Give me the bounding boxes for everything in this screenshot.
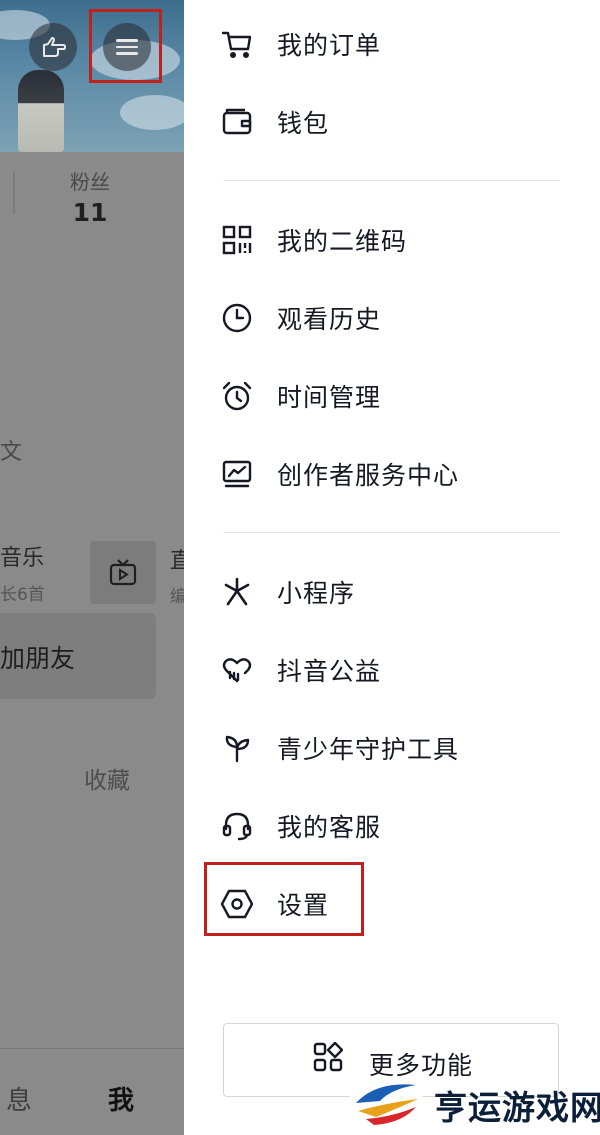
menu-item-label: 时间管理: [277, 383, 382, 412]
heart-hand-icon: [220, 653, 254, 687]
live-tile[interactable]: [90, 541, 156, 604]
menu-item-charity[interactable]: 抖音公益: [220, 646, 381, 694]
alarm-clock-icon: [220, 379, 254, 413]
pointing-hand-icon: [43, 37, 66, 57]
menu-item-label: 我的订单: [277, 31, 382, 60]
menu-item-label: 青少年守护工具: [277, 735, 460, 764]
live-sub-partial: 编: [170, 587, 184, 607]
cover-figure: [18, 70, 64, 152]
nav-me-tab[interactable]: 我: [108, 1080, 134, 1117]
cart-icon: [220, 27, 254, 61]
menu-item-label: 我的二维码: [277, 227, 408, 256]
menu-item-label: 创作者服务中心: [277, 461, 460, 490]
favorites-tab[interactable]: 收藏: [84, 761, 130, 795]
menu-item-creator-center[interactable]: 创作者服务中心: [220, 450, 459, 498]
watermark: 亨运游戏网: [346, 1073, 600, 1133]
menu-item-history[interactable]: 观看历史: [220, 294, 381, 342]
music-count: 长6首: [0, 585, 45, 605]
clock-icon: [220, 301, 254, 335]
menu-item-label: 抖音公益: [277, 657, 382, 686]
analytics-monitor-icon: [220, 457, 254, 491]
menu-item-label: 我的客服: [277, 813, 382, 842]
profile-background: 粉丝 11 文 音乐 长6首 直 编 加朋友 收藏 息 我: [0, 0, 184, 1135]
menu-item-customer-service[interactable]: 我的客服: [220, 802, 381, 850]
wallet-icon: [220, 105, 254, 139]
sprout-icon: [220, 731, 254, 765]
menu-item-label: 钱包: [277, 109, 330, 138]
music-label: 音乐: [0, 546, 45, 571]
add-friend-label: 加朋友: [0, 644, 76, 673]
headset-icon: [220, 809, 254, 843]
add-friend-button[interactable]: 加朋友: [0, 613, 156, 699]
grid-apps-icon: [313, 1041, 344, 1076]
side-drawer-menu: 我的订单 钱包 我的二维码 观看历史 时间管理 创作者服务中心 小程序 抖音公益…: [184, 0, 600, 1135]
hand-button[interactable]: [29, 23, 77, 71]
menu-item-youth-protection[interactable]: 青少年守护工具: [220, 724, 459, 772]
tv-icon: [109, 558, 137, 585]
fans-count: 11: [72, 198, 108, 227]
menu-divider: [223, 180, 560, 181]
menu-item-qr-code[interactable]: 我的二维码: [220, 216, 407, 264]
menu-item-orders[interactable]: 我的订单: [220, 20, 381, 68]
menu-item-label: 观看历史: [277, 305, 382, 334]
menu-item-label: 小程序: [277, 579, 356, 608]
settings-highlight-box: [204, 862, 364, 936]
menu-item-wallet[interactable]: 钱包: [220, 98, 329, 146]
live-label-partial: 直: [170, 549, 184, 574]
mini-program-icon: [220, 575, 254, 609]
menu-button-highlight-box: [89, 9, 162, 83]
menu-item-mini-programs[interactable]: 小程序: [220, 568, 355, 616]
edit-profile-partial: 文: [0, 440, 23, 465]
menu-item-time-management[interactable]: 时间管理: [220, 372, 381, 420]
nav-messages-tab[interactable]: 息: [6, 1080, 32, 1117]
bottom-nav-divider: [0, 1048, 184, 1049]
menu-divider: [223, 532, 560, 533]
fans-label: 粉丝: [70, 170, 110, 194]
watermark-logo-icon: [348, 1077, 424, 1129]
qr-code-icon: [220, 223, 254, 257]
watermark-text: 亨运游戏网: [434, 1088, 600, 1127]
stat-divider: [13, 172, 15, 214]
